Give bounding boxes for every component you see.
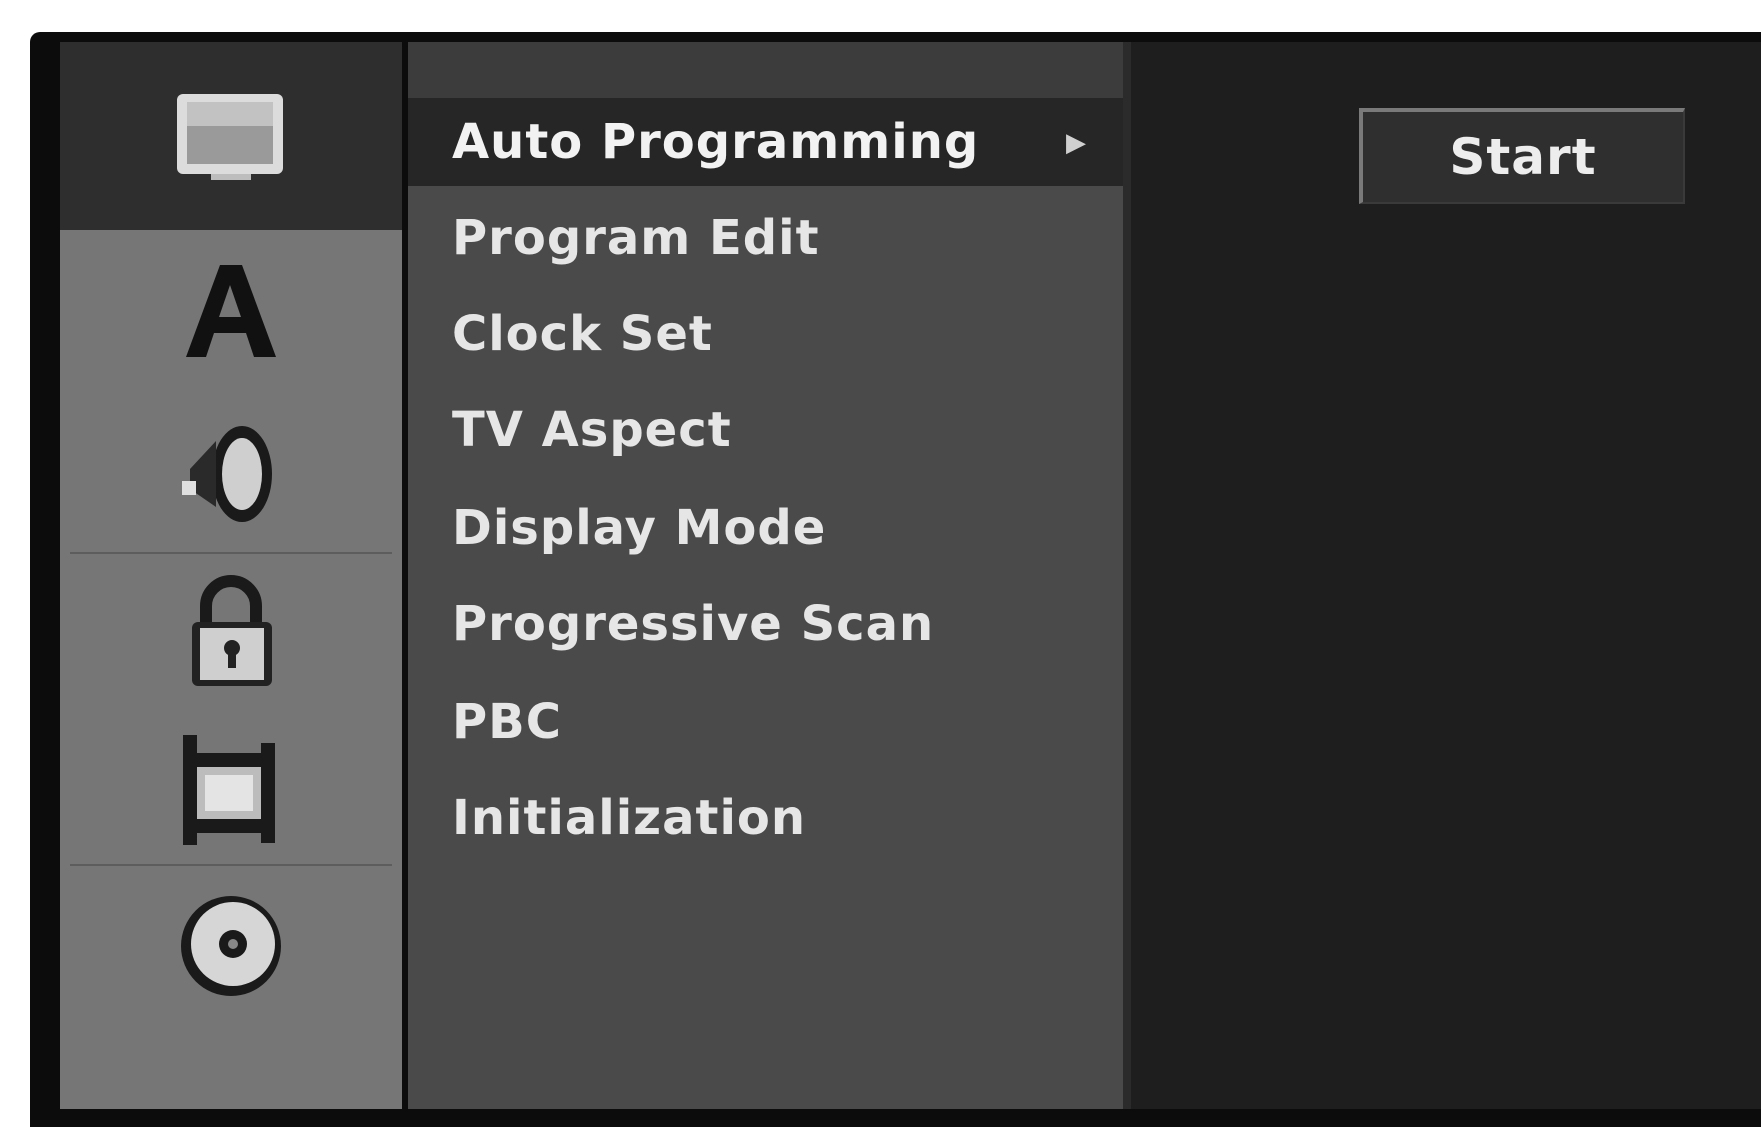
tab-lock[interactable] <box>60 554 402 710</box>
menu-item-program-edit[interactable]: Program Edit <box>408 194 1123 282</box>
menu-item-label: Display Mode <box>452 500 827 556</box>
tab-audio[interactable] <box>60 394 402 554</box>
menu-header-strip <box>408 42 1123 98</box>
tab-disc[interactable] <box>60 866 402 1026</box>
speaker-audio-icon <box>182 426 272 522</box>
setup-menu-list: Auto Programming ▶ Program Edit Clock Se… <box>408 42 1131 1109</box>
setup-menu-screen: Auto Programming ▶ Program Edit Clock Se… <box>30 32 1761 1127</box>
tab-general[interactable] <box>60 42 402 230</box>
menu-item-clock-set[interactable]: Clock Set <box>408 290 1123 378</box>
letter-a-language-icon <box>186 265 276 357</box>
submenu-arrow-icon: ▶ <box>1066 128 1087 158</box>
category-sidebar <box>60 42 402 1109</box>
film-strip-icon <box>183 735 275 845</box>
menu-item-pbc[interactable]: PBC <box>408 678 1123 766</box>
menu-item-label: PBC <box>452 694 562 750</box>
menu-item-display-mode[interactable]: Display Mode <box>408 484 1123 572</box>
menu-item-label: Program Edit <box>452 210 820 266</box>
disc-icon <box>181 896 281 996</box>
menu-item-auto-programming[interactable]: Auto Programming ▶ <box>408 98 1123 186</box>
menu-item-label: Clock Set <box>452 306 713 362</box>
tab-recording[interactable] <box>60 710 402 866</box>
menu-item-tv-aspect[interactable]: TV Aspect <box>408 386 1123 474</box>
tv-screen-icon <box>177 94 283 180</box>
option-panel: Start <box>1131 42 1761 1109</box>
menu-item-progressive-scan[interactable]: Progressive Scan <box>408 580 1123 668</box>
menu-item-label: TV Aspect <box>452 402 732 458</box>
menu-item-label: Auto Programming <box>452 114 980 170</box>
menu-item-label: Progressive Scan <box>452 596 935 652</box>
tab-language[interactable] <box>60 230 402 394</box>
start-button[interactable]: Start <box>1359 108 1685 204</box>
padlock-icon <box>192 575 272 686</box>
menu-item-label: Initialization <box>452 790 807 846</box>
menu-item-initialization[interactable]: Initialization <box>408 774 1123 862</box>
